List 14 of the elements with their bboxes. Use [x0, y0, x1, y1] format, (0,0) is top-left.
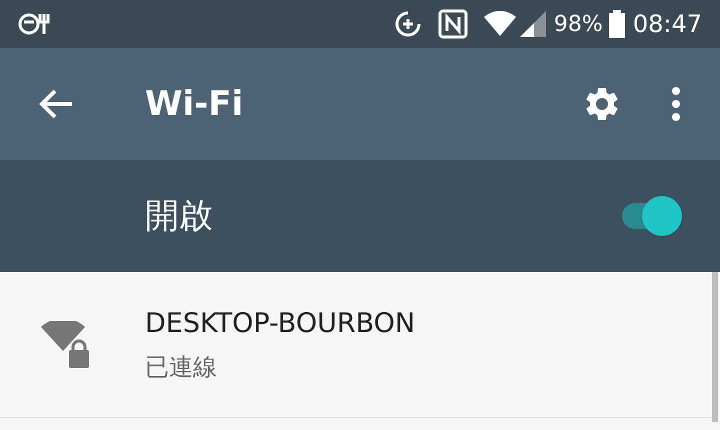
battery-icon [608, 10, 625, 38]
more-icon [672, 87, 680, 121]
network-status: 已連線 [145, 352, 218, 383]
switch-label: 開啟 [145, 194, 213, 238]
battery-percent: 98% [554, 10, 603, 38]
back-arrow-icon [39, 89, 73, 119]
signal-icon [520, 11, 546, 37]
network-name: DESKTOP-BOURBON [145, 307, 416, 342]
network-item[interactable]: DESKTOP-BOURBON 已連線 [0, 272, 712, 418]
wifi-icon [484, 11, 516, 37]
clock: 08:47 [632, 9, 702, 40]
nfc-icon [438, 9, 468, 39]
data-saver-icon [394, 10, 422, 38]
screen-title: Wi-Fi [145, 82, 244, 126]
